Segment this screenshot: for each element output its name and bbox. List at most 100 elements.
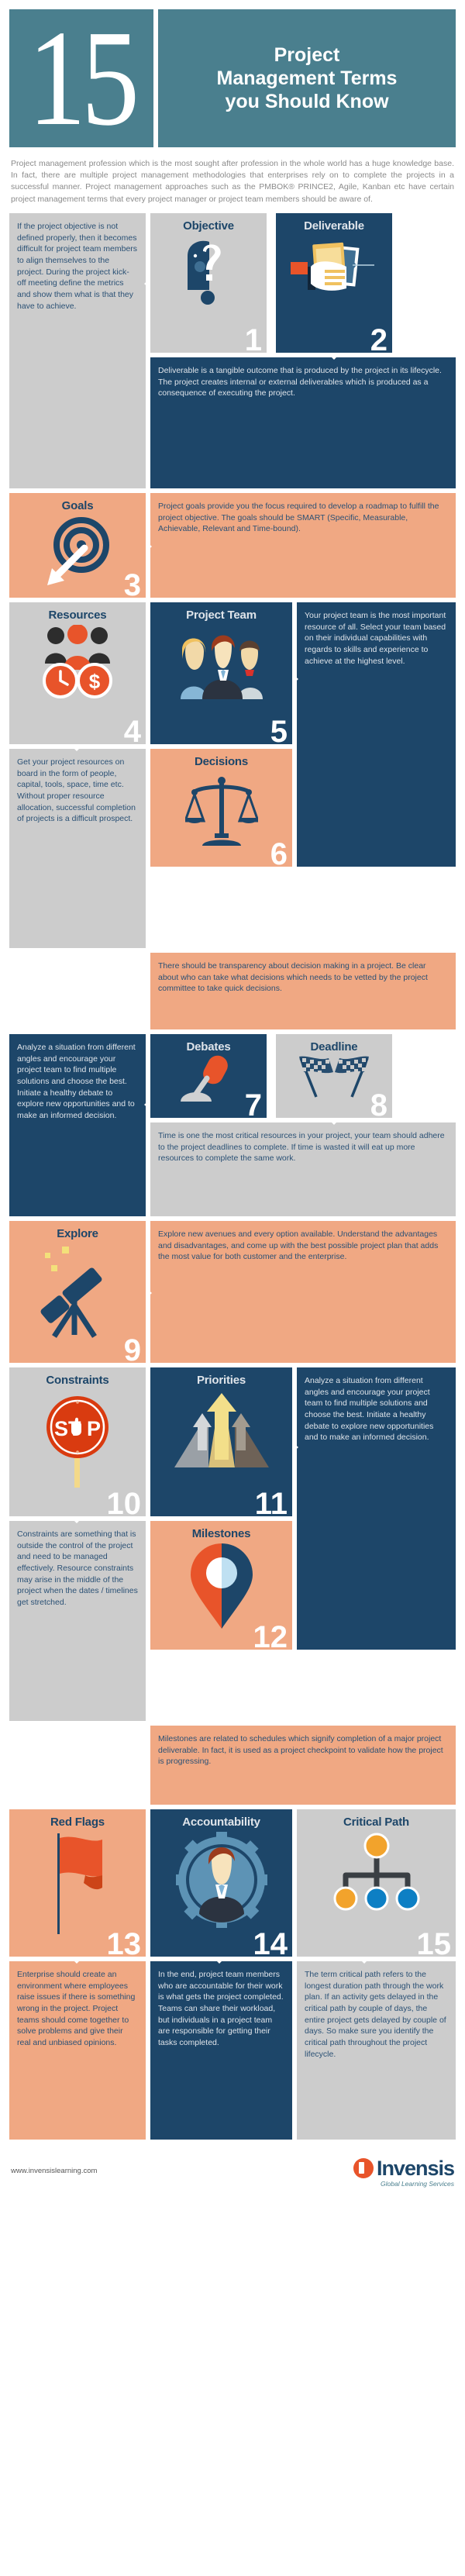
row-constraints-priorities-milestones: Constraints ST P 10 Constraints are some…	[9, 1367, 456, 1721]
term-14-title: Accountability	[182, 1815, 260, 1829]
term-2-body-card: Deliverable is a tangible outcome that i…	[150, 357, 456, 488]
term-3-body-card: Project goals provide you the focus requ…	[150, 492, 456, 598]
term-9-card[interactable]: Explore 9	[9, 1220, 152, 1366]
term-6-body: There should be transparency about decis…	[158, 960, 428, 994]
term-3-number: 3	[123, 567, 141, 602]
term-10-card[interactable]: Constraints ST P 10	[9, 1367, 146, 1523]
people-clock-money-icon: $	[43, 624, 112, 698]
term-7-card[interactable]: Debates 7	[144, 1033, 267, 1122]
term-1-title: Objective	[183, 219, 234, 233]
stop-sign-icon: ST P	[46, 1395, 108, 1488]
term-15-body-card: The term critical path refers to the lon…	[297, 1960, 456, 2140]
term-11-body-card: Analyze a situation from different angle…	[297, 1367, 456, 1650]
term-8-body-card: Time is one the most critical resources …	[150, 1122, 456, 1216]
arrows-up-icon	[174, 1392, 269, 1467]
term-3-card[interactable]: Goals 3	[9, 492, 152, 602]
term-7-body-card: Analyze a situation from different angle…	[9, 1033, 146, 1216]
term-10-body: Constraints are something that is outsid…	[17, 1529, 138, 1607]
term-11-title: Priorities	[196, 1373, 246, 1387]
term-9-title: Explore	[57, 1226, 98, 1240]
term-9-icon-wrap	[9, 1240, 146, 1346]
term-14-body-card: In the end, project team members who are…	[150, 1960, 292, 2140]
term-5-icon-wrap	[150, 622, 292, 707]
arrow-down-icon	[327, 1117, 341, 1125]
term-15-title: Critical Path	[343, 1815, 409, 1829]
term-7-number: 7	[244, 1088, 262, 1122]
term-2-card[interactable]: Deliverable 2	[276, 212, 392, 360]
term-11-number: 11	[254, 1486, 288, 1521]
footer: www.invensislearning.com Invensis Global…	[0, 2144, 465, 2195]
term-5-card[interactable]: Project Team 5	[150, 602, 298, 747]
arrow-right-icon	[146, 540, 152, 552]
brand-name: Invensis	[376, 2156, 455, 2180]
term-6-title: Decisions	[194, 754, 249, 768]
term-4-icon-wrap: $	[9, 622, 146, 709]
term-12-title: Milestones	[191, 1526, 251, 1540]
term-4-body: Get your project resources on board in t…	[17, 757, 136, 824]
row-resources-team-decisions: Resources $ 4 Get your project resources…	[9, 602, 456, 948]
term-2-body: Deliverable is a tangible outcome that i…	[158, 365, 442, 398]
term-12-card[interactable]: Milestones 12	[150, 1520, 292, 1657]
arrow-down-icon	[212, 1956, 226, 1964]
term-14-card[interactable]: Accountability 14	[150, 1809, 292, 1964]
three-people-icon	[180, 635, 263, 699]
flag-icon	[57, 1833, 102, 1934]
term-7-body: Analyze a situation from different angle…	[17, 1042, 136, 1120]
footer-url[interactable]: www.invensislearning.com	[11, 2167, 97, 2175]
term-6-number: 6	[270, 836, 288, 871]
term-12-body-card: Milestones are related to schedules whic…	[150, 1725, 456, 1805]
term-13-body-card: Enterprise should create an environment …	[9, 1960, 146, 2140]
arrow-right-icon	[292, 1441, 298, 1453]
term-1-card[interactable]: Objective 1	[144, 212, 267, 357]
invensis-mark-icon	[353, 2157, 374, 2178]
arrow-down-icon	[212, 866, 226, 874]
term-2-number: 2	[370, 322, 388, 357]
term-11-body: Analyze a situation from different angle…	[305, 1375, 434, 1443]
term-8-title: Deadline	[310, 1040, 358, 1054]
term-10-title: Constraints	[46, 1373, 109, 1387]
infographic-page: 15 Project Management Terms you Should K…	[0, 0, 465, 2195]
arrow-right-icon	[292, 673, 298, 685]
brand-tagline: Global Learning Services	[381, 2179, 454, 2188]
term-5-body-card: Your project team is the most important …	[297, 602, 456, 867]
arrow-down-icon	[212, 1649, 226, 1657]
term-13-card[interactable]: Red Flags 13	[9, 1809, 146, 1964]
term-5-body: Your project team is the most important …	[305, 610, 446, 666]
row-milestones-body: Milestones are related to schedules whic…	[9, 1725, 456, 1805]
terms-grid: If the project objective is not defined …	[0, 212, 465, 2140]
term-14-body: In the end, project team members who are…	[158, 1969, 284, 2047]
arrow-right-icon	[146, 1287, 152, 1298]
term-11-icon-wrap	[150, 1387, 292, 1485]
term-13-number: 13	[106, 1926, 142, 1961]
term-14-number: 14	[253, 1926, 288, 1961]
arrow-down-icon	[327, 352, 341, 360]
question-mark-head-icon	[188, 240, 221, 305]
term-12-body: Milestones are related to schedules whic…	[158, 1733, 443, 1767]
term-8-card[interactable]: Deadline 8	[276, 1033, 392, 1125]
page-title-line2: Management Terms	[216, 67, 398, 89]
person-in-gear-icon	[175, 1831, 267, 1928]
term-11-card[interactable]: Priorities 11	[150, 1367, 298, 1521]
term-4-number: 4	[123, 714, 141, 749]
term-2-title: Deliverable	[304, 219, 364, 233]
term-2-icon-wrap	[276, 233, 392, 313]
header-number-block: 15	[9, 9, 153, 147]
term-14-icon-wrap	[150, 1829, 292, 1936]
term-5-title: Project Team	[186, 608, 257, 622]
row-redflags-accountability-criticalpath: Red Flags 13 Accountability 14 Critical …	[9, 1809, 456, 1964]
row-explore: Explore 9 Explore new avenues and every …	[9, 1220, 456, 1366]
term-6-card[interactable]: Decisions 6	[150, 748, 292, 874]
term-4-title: Resources	[48, 608, 107, 622]
term-1-body-card: If the project objective is not defined …	[9, 212, 146, 488]
balance-scale-icon	[184, 776, 258, 846]
arrow-left-icon	[144, 278, 150, 289]
term-6-body-card: There should be transparency about decis…	[150, 952, 456, 1029]
term-8-body: Time is one the most critical resources …	[158, 1130, 445, 1164]
term-9-body: Explore new avenues and every option ava…	[158, 1229, 439, 1262]
term-10-number: 10	[106, 1486, 142, 1521]
term-15-card[interactable]: Critical Path 15	[297, 1809, 456, 1964]
term-4-card[interactable]: Resources $ 4	[9, 602, 146, 751]
term-12-number: 12	[253, 1619, 288, 1654]
map-pin-icon	[190, 1543, 253, 1629]
term-1-number: 1	[244, 322, 262, 357]
